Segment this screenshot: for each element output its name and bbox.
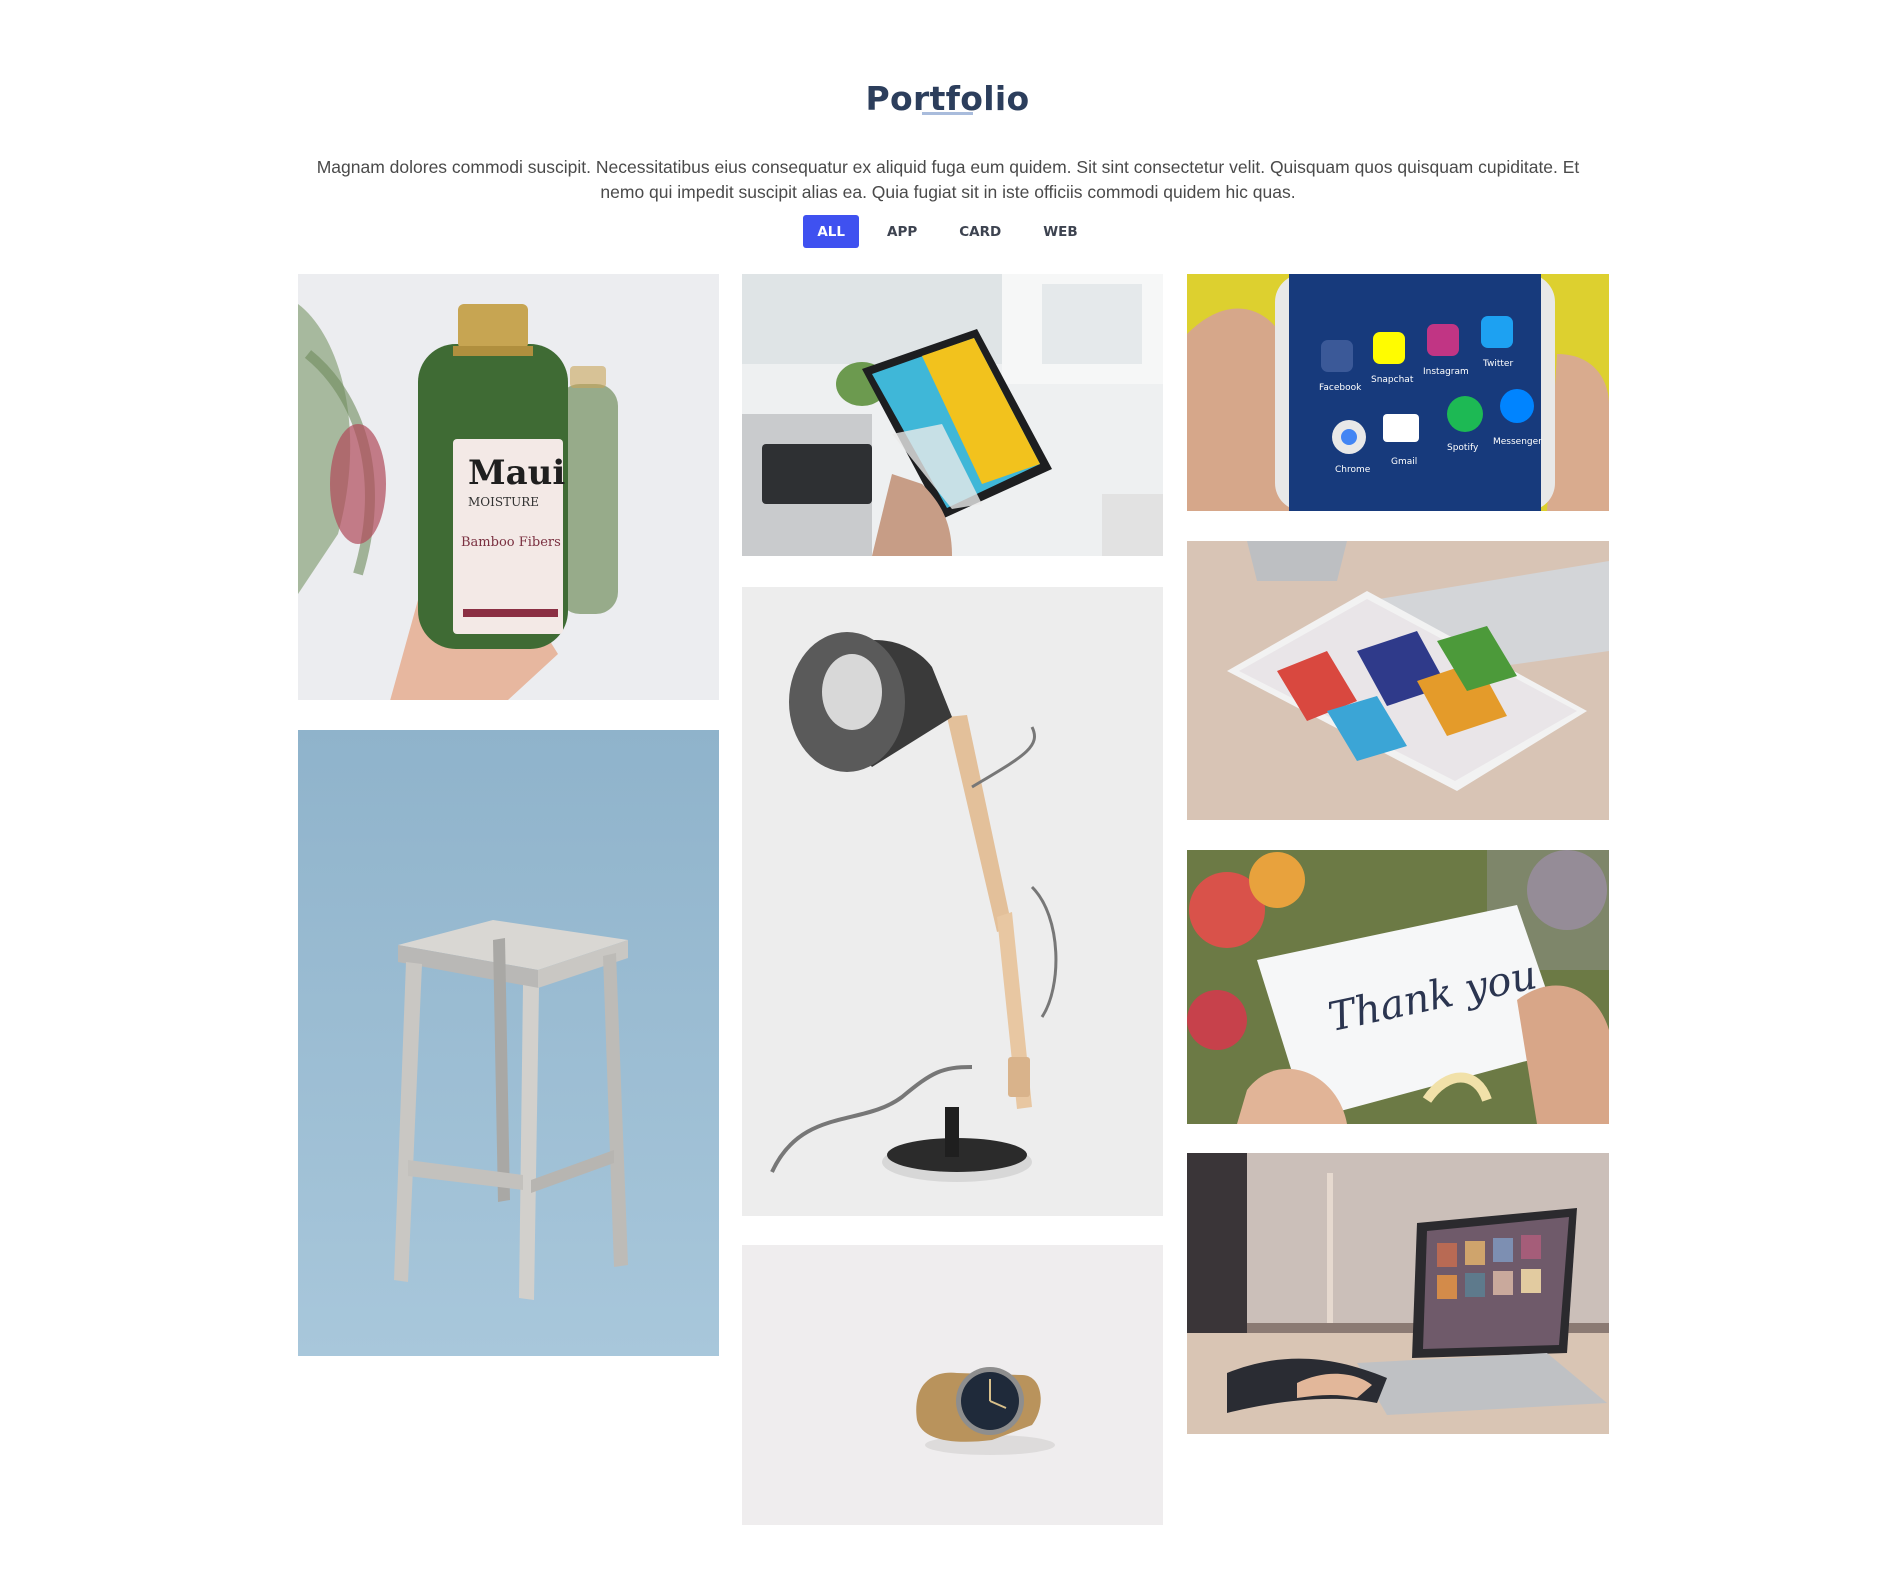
bottle-line: Bamboo Fibers	[461, 535, 561, 550]
app-label-messenger: Messenger	[1493, 437, 1542, 447]
phone-apps-image: Facebook Snapchat Instagram Twitter Chro…	[1187, 274, 1609, 511]
portfolio-item-tablet[interactable]	[742, 274, 1163, 556]
filter-all[interactable]: ALL	[803, 215, 860, 248]
app-label-snapchat: Snapchat	[1371, 375, 1414, 385]
portfolio-item-shampoo[interactable]: Maui MOISTURE Bamboo Fibers	[298, 274, 719, 700]
title-underline	[922, 112, 973, 115]
filter-card[interactable]: CARD	[945, 215, 1015, 248]
app-label-gmail: Gmail	[1391, 457, 1417, 467]
portfolio-item-lamp[interactable]	[742, 587, 1163, 1216]
portfolio-item-thank-you[interactable]: Thank you	[1187, 850, 1609, 1124]
portfolio-item-phone-apps[interactable]: Facebook Snapchat Instagram Twitter Chro…	[1187, 274, 1609, 511]
lamp-image	[742, 587, 1163, 1216]
tablet-image	[742, 274, 1163, 556]
portfolio-item-laptop[interactable]	[1187, 1153, 1609, 1434]
thank-you-image: Thank you	[1187, 850, 1609, 1124]
app-label-instagram: Instagram	[1423, 367, 1469, 377]
section-description: Magnam dolores commodi suscipit. Necessi…	[316, 156, 1580, 202]
portfolio-filters: ALL APP CARD WEB	[0, 215, 1895, 248]
watch-image	[742, 1245, 1163, 1525]
app-label-facebook: Facebook	[1319, 383, 1362, 393]
filter-app[interactable]: APP	[873, 215, 931, 248]
portfolio-item-watch[interactable]	[742, 1245, 1163, 1525]
app-label-spotify: Spotify	[1447, 443, 1479, 453]
portfolio-item-ipad[interactable]	[1187, 541, 1609, 820]
app-label-twitter: Twitter	[1482, 359, 1513, 369]
bottle-subtitle: MOISTURE	[468, 495, 539, 509]
portfolio-item-stool[interactable]	[298, 730, 719, 1356]
ipad-image	[1187, 541, 1609, 820]
app-label-chrome: Chrome	[1335, 465, 1371, 475]
filter-web[interactable]: WEB	[1029, 215, 1091, 248]
stool-image	[298, 730, 719, 1356]
bottle-brand: Maui	[468, 453, 565, 493]
shampoo-image: Maui MOISTURE Bamboo Fibers	[298, 274, 719, 700]
laptop-image	[1187, 1153, 1609, 1434]
